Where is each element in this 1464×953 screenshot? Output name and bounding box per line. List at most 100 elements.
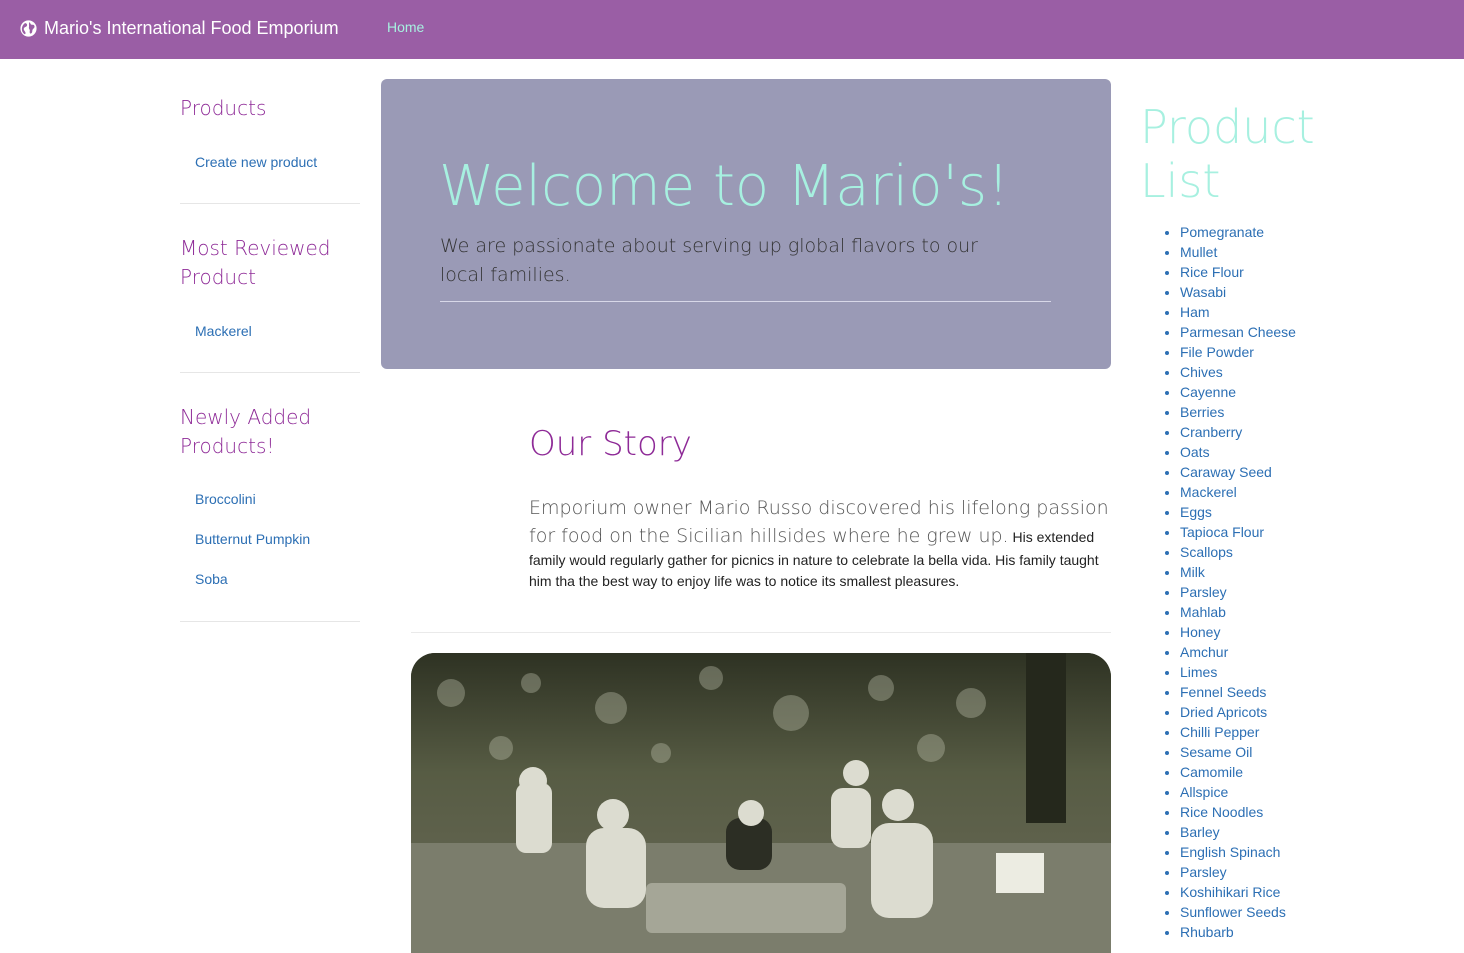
product-list-item: Fennel Seeds — [1180, 682, 1330, 702]
product-link[interactable]: Tapioca Flour — [1180, 524, 1264, 540]
product-list-item: Sesame Oil — [1180, 742, 1330, 762]
product-list-item: Eggs — [1180, 502, 1330, 522]
left-sidebar: Products Create new product Most Reviewe… — [180, 94, 360, 622]
product-list-item: Camomile — [1180, 762, 1330, 782]
product-link[interactable]: Rice Flour — [1180, 264, 1244, 280]
product-list: Pomegranate Mullet Rice Flour Wasabi Ham Parm… — [1140, 222, 1330, 942]
product-link[interactable]: Rice Noodles — [1180, 804, 1263, 820]
new-product-link[interactable]: Butternut Pumpkin — [195, 531, 310, 547]
product-link[interactable]: Chives — [1180, 364, 1223, 380]
product-list-item: Amchur — [1180, 642, 1330, 662]
product-list-item: Mahlab — [1180, 602, 1330, 622]
product-link[interactable]: Scallops — [1180, 544, 1233, 560]
product-list-item: Parsley — [1180, 582, 1330, 602]
product-list-item: Caraway Seed — [1180, 462, 1330, 482]
product-link[interactable]: Barley — [1180, 824, 1220, 840]
product-link[interactable]: Eggs — [1180, 504, 1212, 520]
products-links: Create new product — [180, 142, 360, 182]
product-list-item: Allspice — [1180, 782, 1330, 802]
product-list-title: Product List — [1140, 100, 1315, 208]
products-section: Products Create new product — [180, 94, 360, 204]
product-list-item: Rice Noodles — [1180, 802, 1330, 822]
list-item: Soba — [195, 559, 360, 599]
product-link[interactable]: Pomegranate — [1180, 224, 1264, 240]
product-list-item: File Powder — [1180, 342, 1330, 362]
product-list-item: Dried Apricots — [1180, 702, 1330, 722]
product-link[interactable]: Cranberry — [1180, 424, 1242, 440]
newly-added-links: Broccolini Butternut Pumpkin Soba — [180, 479, 360, 599]
product-link[interactable]: Parsley — [1180, 584, 1227, 600]
product-list-item: Chives — [1180, 362, 1330, 382]
product-link[interactable]: Honey — [1180, 624, 1220, 640]
product-link[interactable]: English Spinach — [1180, 844, 1280, 860]
product-link[interactable]: Fennel Seeds — [1180, 684, 1266, 700]
product-link[interactable]: Caraway Seed — [1180, 464, 1272, 480]
product-link[interactable]: Sunflower Seeds — [1180, 904, 1286, 920]
product-link[interactable]: Milk — [1180, 564, 1205, 580]
list-item: Mackerel — [195, 311, 360, 351]
top-navbar: Mario's International Food Emporium Home — [0, 0, 1464, 59]
create-product-link[interactable]: Create new product — [195, 154, 317, 170]
brand-link[interactable]: Mario's International Food Emporium — [20, 17, 339, 39]
globe-icon — [20, 19, 37, 37]
product-list-item: Tapioca Flour — [1180, 522, 1330, 542]
product-list-item: English Spinach — [1180, 842, 1330, 862]
product-list-item: Cranberry — [1180, 422, 1330, 442]
product-link[interactable]: Limes — [1180, 664, 1217, 680]
product-link[interactable]: Ham — [1180, 304, 1210, 320]
nav-home-link[interactable]: Home — [387, 19, 424, 35]
newly-added-heading: Newly Added Products! — [180, 405, 312, 458]
product-list-item: Mackerel — [1180, 482, 1330, 502]
product-list-item: Honey — [1180, 622, 1330, 642]
product-list-item: Pomegranate — [1180, 222, 1330, 242]
product-link[interactable]: Chilli Pepper — [1180, 724, 1259, 740]
product-link[interactable]: Cayenne — [1180, 384, 1236, 400]
new-product-link[interactable]: Broccolini — [195, 491, 256, 507]
product-list-item: Ham — [1180, 302, 1330, 322]
most-reviewed-product-link[interactable]: Mackerel — [195, 323, 252, 339]
product-link[interactable]: Oats — [1180, 444, 1210, 460]
product-list-item: Barley — [1180, 822, 1330, 842]
list-item: Create new product — [195, 142, 360, 182]
story-divider — [411, 632, 1111, 633]
product-list-item: Parmesan Cheese — [1180, 322, 1330, 342]
product-link[interactable]: Amchur — [1180, 644, 1228, 660]
most-reviewed-content: Most Reviewed Product Mackerel — [180, 234, 360, 351]
new-product-link[interactable]: Soba — [195, 571, 228, 587]
product-link[interactable]: Camomile — [1180, 764, 1243, 780]
product-list-item: Rice Flour — [1180, 262, 1330, 282]
product-list-item: Limes — [1180, 662, 1330, 682]
family-picnic-photo — [411, 653, 1111, 953]
product-link[interactable]: Dried Apricots — [1180, 704, 1267, 720]
product-list-item: Sunflower Seeds — [1180, 902, 1330, 922]
product-link[interactable]: Koshihikari Rice — [1180, 884, 1280, 900]
product-link[interactable]: File Powder — [1180, 344, 1254, 360]
product-list-item: Rhubarb — [1180, 922, 1330, 942]
product-link[interactable]: Mahlab — [1180, 604, 1226, 620]
product-list-item: Koshihikari Rice — [1180, 882, 1330, 902]
product-link[interactable]: Rhubarb — [1180, 924, 1234, 940]
welcome-jumbotron: Welcome to Mario's! We are passionate ab… — [381, 79, 1111, 369]
product-link[interactable]: Berries — [1180, 404, 1224, 420]
product-list-item: Mullet — [1180, 242, 1330, 262]
products-heading: Products — [180, 96, 267, 120]
product-link[interactable]: Mullet — [1180, 244, 1217, 260]
product-link[interactable]: Parsley — [1180, 864, 1227, 880]
most-reviewed-links: Mackerel — [180, 311, 360, 351]
product-link[interactable]: Allspice — [1180, 784, 1228, 800]
brand-title: Mario's International Food Emporium — [44, 17, 339, 38]
product-list-panel: Product List Pomegranate Mullet Rice Flour… — [1140, 100, 1330, 942]
story-title: Our Story — [529, 424, 692, 464]
product-list-item: Oats — [1180, 442, 1330, 462]
story-text: Emporium owner Mario Russo discovered hi… — [529, 494, 1111, 592]
welcome-title: Welcome to Mario's! — [439, 154, 1010, 219]
product-link[interactable]: Wasabi — [1180, 284, 1226, 300]
product-link[interactable]: Sesame Oil — [1180, 744, 1252, 760]
product-link[interactable]: Mackerel — [1180, 484, 1237, 500]
product-list-item: Cayenne — [1180, 382, 1330, 402]
product-list-item: Wasabi — [1180, 282, 1330, 302]
product-list-item: Milk — [1180, 562, 1330, 582]
most-reviewed-heading: Most Reviewed Product — [180, 236, 331, 289]
product-link[interactable]: Parmesan Cheese — [1180, 324, 1296, 340]
product-list-item: Chilli Pepper — [1180, 722, 1330, 742]
